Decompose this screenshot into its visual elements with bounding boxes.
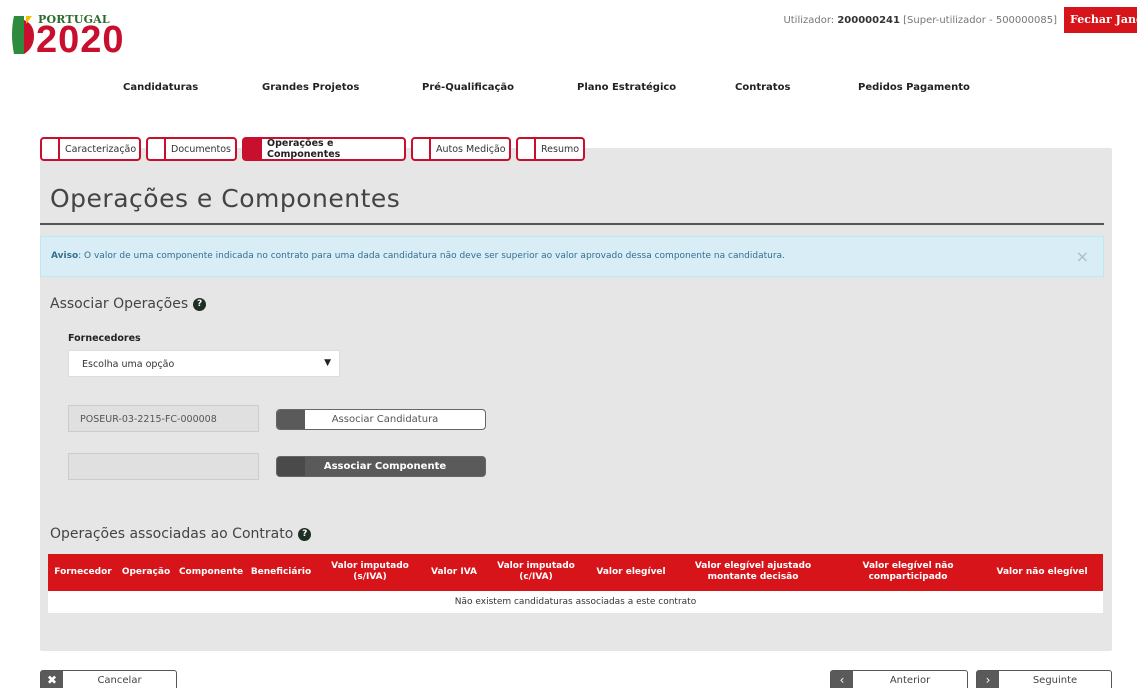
column-header: Valor imputado (c/IVA) (497, 561, 575, 582)
associar-heading: Associar Operações ? (50, 296, 207, 312)
tab-marker (42, 139, 60, 159)
help-icon[interactable]: ? (193, 297, 207, 311)
associar-candidatura-button[interactable]: Associar Candidatura (276, 409, 486, 430)
fornecedores-label: Fornecedores (68, 333, 141, 344)
cancel-button[interactable]: ✖ Cancelar (40, 670, 177, 688)
tab-marker (413, 139, 431, 159)
flag-icon (12, 16, 34, 54)
caret-down-icon: ▼ (324, 358, 331, 368)
operacoes-associadas-heading: Operações associadas ao Contrato ? (50, 526, 312, 542)
associar-heading-text: Associar Operações (50, 296, 189, 312)
alert-label: Aviso (51, 251, 79, 261)
operacoes-heading-text: Operações associadas ao Contrato (50, 526, 294, 542)
fornecedores-select[interactable]: Escolha uma opção ▼ (68, 350, 340, 377)
close-icon[interactable]: × (1076, 247, 1089, 266)
page-title: Operações e Componentes (50, 184, 401, 213)
column-header: Componente (178, 567, 244, 577)
column-header: Valor imputado (s/IVA) (331, 561, 409, 582)
user-info: Utilizador: 200000241 [Super-utilizador … (783, 15, 1057, 26)
column-header: Valor IVA (430, 567, 478, 577)
table-header: Fornecedor Operação Componente Beneficiá… (48, 554, 1103, 591)
associar-componente-button[interactable]: Associar Componente (276, 456, 486, 477)
tab-marker (148, 139, 166, 159)
nav-item-candidaturas[interactable]: Candidaturas (123, 82, 198, 93)
tab-resumo[interactable]: Resumo (516, 137, 585, 161)
nav-item-pedidos-pagamento[interactable]: Pedidos Pagamento (858, 82, 970, 93)
tab-label: Documentos (171, 143, 231, 155)
chevron-left-icon: ‹ (831, 671, 853, 688)
warning-alert: Aviso: O valor de uma componente indicad… (40, 236, 1104, 277)
column-header: Valor elegível (596, 567, 666, 577)
nav-item-plano-estrategico[interactable]: Plano Estratégico (577, 82, 676, 93)
brand-big-text: 2020 (36, 19, 125, 61)
button-knob (277, 457, 305, 476)
associar-componente-label: Associar Componente (323, 461, 447, 472)
tab-label: Autos Medição (436, 143, 506, 155)
tab-label: Operações e Componentes (267, 138, 341, 160)
user-prefix: Utilizador: (783, 15, 838, 26)
title-divider (40, 223, 1104, 225)
column-header: Valor elegível não comparticipado (862, 561, 954, 582)
tab-marker (244, 139, 262, 159)
tab-label: Caracterização (65, 143, 137, 155)
column-header: Fornecedor (54, 567, 112, 577)
tab-caracterizacao[interactable]: Caracterização (40, 137, 141, 161)
tab-autos-medicao[interactable]: Autos Medição (411, 137, 511, 161)
column-header: Operação (121, 567, 171, 577)
user-role: [Super-utilizador - 500000085] (899, 15, 1057, 26)
user-id: 200000241 (837, 15, 900, 26)
tab-marker (518, 139, 536, 159)
column-header: Beneficiário (250, 567, 312, 577)
candidatura-field: POSEUR-03-2215-FC-000008 (68, 405, 259, 432)
nav-item-contratos[interactable]: Contratos (735, 82, 790, 93)
select-value: Escolha uma opção (82, 359, 175, 370)
cancel-label: Cancelar (97, 675, 142, 686)
column-header: Valor elegível ajustado montante decisão (694, 561, 812, 582)
associar-candidatura-label: Associar Candidatura (331, 414, 439, 425)
alert-text: : O valor de uma componente indicada no … (78, 251, 785, 261)
button-knob (277, 410, 305, 429)
table-empty-message: Não existem candidaturas associadas a es… (48, 591, 1103, 613)
column-header: Valor não elegível (996, 567, 1088, 577)
portugal-2020-logo: PORTUGAL 2020 (2, 4, 172, 64)
next-button[interactable]: › Seguinte (976, 670, 1112, 688)
main-nav: Candidaturas Grandes Projetos Pré-Qualif… (0, 82, 1137, 98)
chevron-right-icon: › (977, 671, 999, 688)
previous-label: Anterior (889, 675, 931, 686)
tab-documentos[interactable]: Documentos (146, 137, 237, 161)
componente-field (68, 453, 259, 480)
tab-operacoes-componentes[interactable]: Operações e Componentes (242, 137, 406, 161)
close-window-button[interactable]: Fechar Janela (1064, 7, 1137, 33)
tab-label: Resumo (541, 143, 580, 155)
nav-item-grandes-projetos[interactable]: Grandes Projetos (262, 82, 359, 93)
next-label: Seguinte (1032, 675, 1078, 686)
nav-item-pre-qualificacao[interactable]: Pré-Qualificação (422, 82, 514, 93)
help-icon[interactable]: ? (298, 527, 312, 541)
previous-button[interactable]: ‹ Anterior (830, 670, 968, 688)
operacoes-table: Fornecedor Operação Componente Beneficiá… (48, 554, 1103, 613)
close-icon: ✖ (41, 671, 63, 688)
